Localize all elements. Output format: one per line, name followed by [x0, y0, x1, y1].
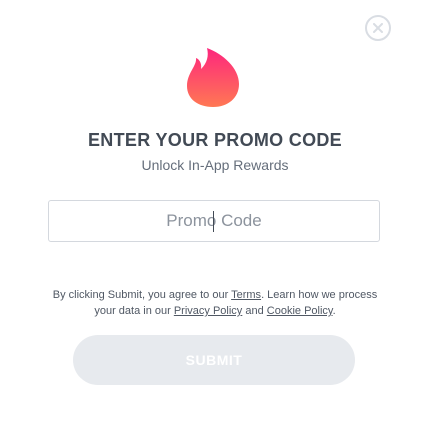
page-title: ENTER YOUR PROMO CODE [88, 130, 342, 150]
legal-disclaimer: By clicking Submit, you agree to our Ter… [50, 287, 380, 319]
submit-button[interactable]: SUBMIT [73, 335, 355, 385]
page-subtitle: Unlock In-App Rewards [141, 157, 289, 173]
legal-text-4: . [332, 305, 336, 317]
terms-link[interactable]: Terms [231, 289, 261, 301]
privacy-policy-link[interactable]: Privacy Policy [174, 305, 242, 317]
promo-code-dialog: ENTER YOUR PROMO CODE Unlock In-App Rewa… [0, 0, 430, 430]
legal-text-1: By clicking Submit, you agree to our [52, 289, 232, 301]
promo-code-input[interactable] [48, 200, 380, 242]
close-button[interactable] [365, 15, 391, 41]
text-cursor [213, 211, 214, 232]
legal-text-3: and [242, 305, 267, 317]
close-icon [373, 23, 383, 33]
cookie-policy-link[interactable]: Cookie Policy [267, 305, 333, 317]
flame-icon [187, 48, 239, 107]
